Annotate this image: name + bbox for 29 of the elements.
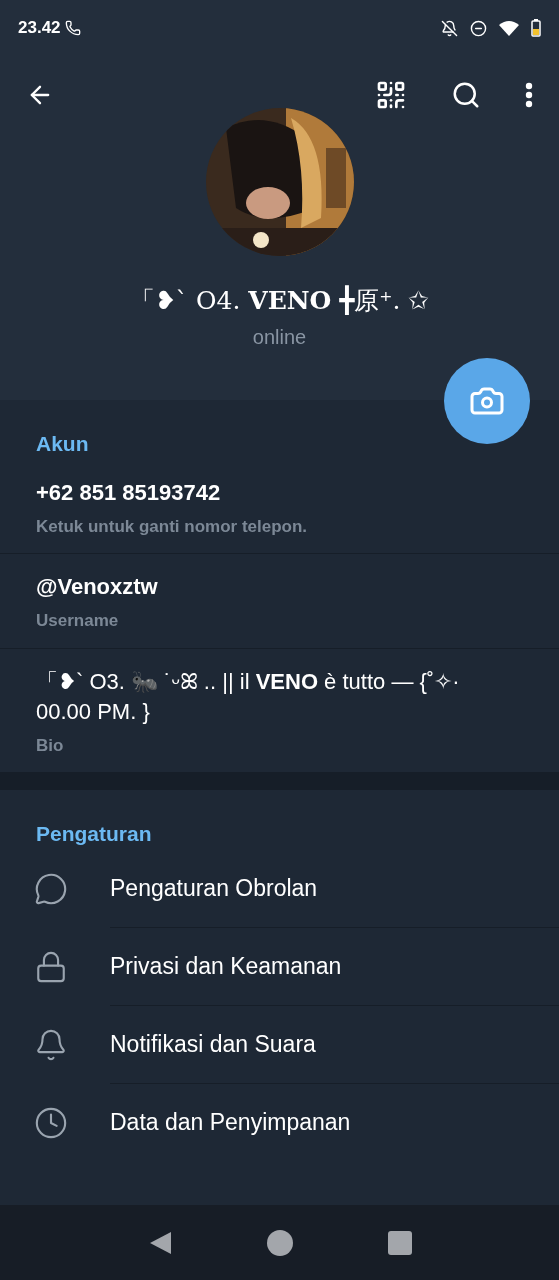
qr-code-icon[interactable] xyxy=(375,79,407,111)
recents-nav-icon[interactable] xyxy=(387,1230,412,1255)
chat-app-icon xyxy=(64,20,81,36)
clock-icon xyxy=(34,1105,68,1140)
settings-item[interactable]: Notifikasi dan Suara xyxy=(0,1005,559,1084)
section-heading: Akun xyxy=(35,431,90,457)
search-icon[interactable] xyxy=(451,80,481,110)
settings-item[interactable]: Pengaturan Obrolan xyxy=(0,849,559,928)
chat-icon xyxy=(34,871,68,906)
do-not-disturb-icon xyxy=(470,19,487,37)
settings-item[interactable]: Privasi dan Keamanan xyxy=(0,927,559,1006)
battery-icon xyxy=(531,19,541,37)
settings-item[interactable]: Data dan Penyimpanan xyxy=(0,1083,559,1162)
field-value[interactable]: @Venoxztw xyxy=(36,572,499,602)
status-time: 23.42 xyxy=(18,17,61,40)
wifi-icon xyxy=(499,20,519,36)
field-value[interactable]: 「❥` O3. 🐜 ˙ᵕꕤ .. || il VENO è tutto — {˚✧· 00.00 PM. } xyxy=(36,666,499,727)
field-label: Username xyxy=(36,610,120,632)
section-heading: Pengaturan xyxy=(35,821,153,847)
bell-icon xyxy=(34,1027,68,1062)
home-nav-icon[interactable] xyxy=(267,1229,294,1256)
field-label: Bio xyxy=(36,734,65,757)
lock-icon xyxy=(34,949,68,984)
menu-icon[interactable] xyxy=(525,82,533,108)
online-status: online xyxy=(252,324,307,350)
field-value[interactable]: +62 851 85193742 xyxy=(36,477,499,508)
field-label: Ketuk untuk ganti nomor telepon. xyxy=(36,515,309,538)
profile-name: 「❥` O4. VENO ╋原⁺. ✩ xyxy=(129,284,430,317)
mute-icon xyxy=(441,19,458,37)
